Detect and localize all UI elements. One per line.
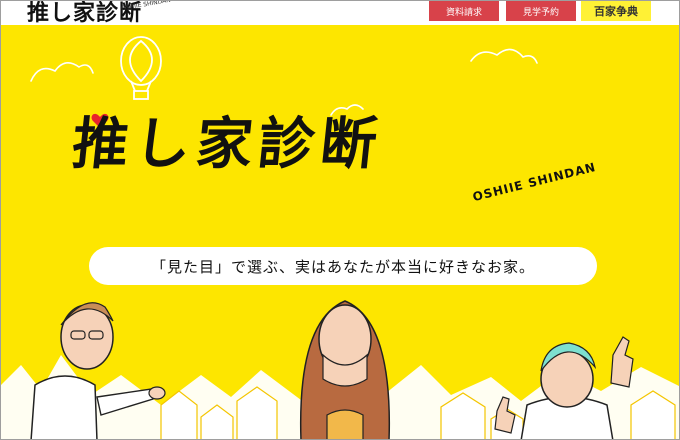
hyakka-jiten-button[interactable]: 百家争典 — [581, 1, 651, 21]
cloud-right — [470, 48, 538, 64]
cloud-left — [30, 62, 94, 82]
page-frame: 推し家診断 OSHIIE SHINDAN 資料請求 見学予約 百家争典 推し家診… — [0, 0, 680, 440]
tour-reservation-button[interactable]: 見学予約 — [506, 1, 576, 21]
person-woman-illustration — [299, 300, 391, 439]
hero-tagline: 「見た目」で選ぶ、実はあなたが本当に好きなお家。 — [89, 247, 597, 285]
hero-title: 推し家診断 — [69, 112, 386, 177]
hero-section: 推し家診断 OSHIIE SHINDAN 「見た目」で選ぶ、実はあなたが本当に好… — [1, 25, 679, 439]
request-materials-button[interactable]: 資料請求 — [429, 1, 499, 21]
hero-illustration — [1, 36, 679, 439]
balloon-icon — [120, 36, 162, 100]
site-header: 推し家診断 OSHIIE SHINDAN 資料請求 見学予約 百家争典 — [1, 1, 679, 26]
